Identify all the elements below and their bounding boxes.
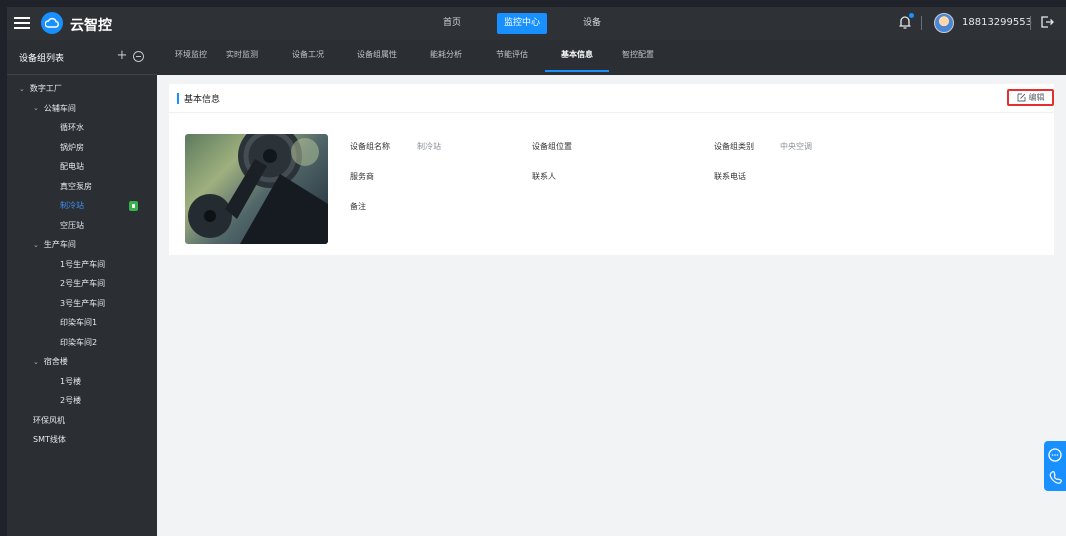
app-title: 云智控 (70, 18, 112, 34)
tree-node-label: SMT线体 (33, 435, 66, 445)
field-phone-label: 联系电话 (714, 172, 746, 181)
field-type-value: 中央空调 (780, 142, 812, 151)
tree-node[interactable]: 印染车间2 (7, 333, 157, 353)
tab[interactable]: 能耗分析 (413, 40, 479, 75)
main-nav: 首页 监控中心 设备 (417, 13, 627, 34)
basic-info-card: 基本信息 编辑 设备组名称 制冷站 设备组位置 设备组类别 中央空调 服务商 联… (169, 84, 1054, 255)
menu-icon[interactable] (14, 14, 30, 30)
field-name-label: 设备组名称 (350, 142, 390, 151)
tree-node-label: 锅炉房 (60, 142, 84, 152)
tree-node-label: 印染车间2 (60, 337, 98, 347)
title-accent-bar (177, 93, 179, 104)
tab[interactable]: 实时监测 (209, 40, 275, 75)
tree-node[interactable]: 空压站 (7, 216, 157, 236)
tree-node[interactable]: 2号生产车间 (7, 274, 157, 294)
tree-node-label: 2号楼 (60, 396, 82, 406)
sidebar: 设备组列表 + ⌄ 数字工厂 ⌄ 公辅车间循环水锅炉房配电站真空泵房制冷站空压站 ⌄ 生产… (7, 40, 157, 536)
tree-node[interactable]: 制冷站 (7, 196, 157, 216)
tree-node[interactable]: 锅炉房 (7, 138, 157, 158)
field-contact-label: 联系人 (532, 172, 556, 181)
tree-node-label: 印染车间1 (60, 318, 98, 328)
tree-node-label: 宿舍楼 (43, 357, 68, 367)
device-group-photo (185, 134, 328, 244)
tree-node[interactable]: 循环水 (7, 118, 157, 138)
sidebar-header: 设备组列表 + (7, 40, 157, 75)
notification-dot (909, 13, 914, 18)
app-frame: 云智控 首页 监控中心 设备 18813299553 设备组列表 + ⌄ 数字工厂 ⌄ 公… (7, 7, 1066, 536)
user-phone[interactable]: 18813299553 (962, 17, 1032, 28)
floating-actions (1044, 441, 1066, 491)
tree-node[interactable]: 2号楼 (7, 391, 157, 411)
card-header: 基本信息 编辑 (169, 84, 1054, 113)
top-bar: 云智控 首页 监控中心 设备 18813299553 (7, 7, 1066, 40)
tree-node-label: 2号生产车间 (60, 279, 106, 289)
tree-node[interactable]: 1号生产车间 (7, 255, 157, 275)
tab[interactable]: 设备组属性 (341, 40, 413, 75)
tab[interactable]: 环境监控 (173, 40, 209, 75)
tab[interactable]: 设备工况 (275, 40, 341, 75)
tree-node-label: 空压站 (60, 220, 84, 230)
chevron-down-icon[interactable]: ⌄ (33, 241, 39, 249)
tree-node[interactable]: 3号生产车间 (7, 294, 157, 314)
edit-button[interactable]: 编辑 (1007, 89, 1054, 106)
nav-item[interactable]: 设备 (557, 13, 627, 34)
field-type-label: 设备组类别 (714, 142, 754, 151)
tree-node[interactable]: ⌄ 公辅车间 (7, 99, 157, 119)
chevron-down-icon[interactable]: ⌄ (33, 358, 39, 366)
nav-item[interactable]: 首页 (417, 13, 487, 34)
tree-node[interactable]: ⌄ 宿舍楼 (7, 352, 157, 372)
tree-node-label: 环保风机 (33, 415, 65, 425)
tree-node-label: 生产车间 (43, 240, 76, 250)
tree-node[interactable]: 真空泵房 (7, 177, 157, 197)
field-vendor-label: 服务商 (350, 172, 374, 181)
field-remark-label: 备注 (350, 202, 366, 211)
chat-icon[interactable] (1048, 448, 1062, 462)
chevron-down-icon[interactable]: ⌄ (33, 104, 39, 112)
avatar[interactable] (934, 13, 954, 33)
device-group-tree: ⌄ 数字工厂 ⌄ 公辅车间循环水锅炉房配电站真空泵房制冷站空压站 ⌄ 生产车间 1号生产车间… (7, 75, 157, 450)
tab[interactable]: 智控配置 (609, 40, 667, 75)
collapse-icon[interactable] (133, 51, 144, 62)
tree-node[interactable]: 1号楼 (7, 372, 157, 392)
tree-node-label: 数字工厂 (29, 84, 62, 94)
tree-node-label: 真空泵房 (60, 181, 92, 191)
tree-node-label: 3号生产车间 (60, 298, 106, 308)
cloud-logo-icon (41, 12, 63, 34)
tree-node[interactable]: ⌄ 生产车间 (7, 235, 157, 255)
tree-node[interactable]: ⌄ 数字工厂 (7, 79, 157, 99)
tab[interactable]: 基本信息 (545, 40, 609, 75)
tree-node[interactable]: 印染车间1 (7, 313, 157, 333)
logout-icon[interactable] (1040, 15, 1054, 29)
tab[interactable]: 节能评估 (479, 40, 545, 75)
tree-node-label: 1号楼 (60, 376, 82, 386)
tree-node-label: 循环水 (60, 123, 84, 133)
tree-node[interactable]: SMT线体 (7, 430, 157, 450)
edit-label: 编辑 (1028, 93, 1045, 102)
field-location-label: 设备组位置 (532, 142, 572, 151)
tree-node-label: 1号生产车间 (60, 259, 106, 269)
divider (921, 16, 922, 30)
chevron-down-icon[interactable]: ⌄ (19, 85, 25, 93)
tree-node-label: 公辅车间 (43, 103, 76, 113)
field-name-value: 制冷站 (417, 142, 441, 151)
divider (1030, 16, 1031, 30)
sidebar-title: 设备组列表 (19, 53, 65, 64)
nav-item[interactable]: 监控中心 (497, 13, 547, 34)
card-title: 基本信息 (184, 95, 221, 105)
edit-icon (1017, 93, 1025, 102)
tree-node[interactable]: 配电站 (7, 157, 157, 177)
active-status-icon (129, 201, 138, 211)
tree-node-label: 制冷站 (60, 201, 84, 211)
tab-bar: 环境监控 实时监测 设备工况 设备组属性 能耗分析 节能评估 基本信息 智控配置 (157, 40, 1066, 75)
tree-node-label: 配电站 (60, 162, 84, 172)
phone-icon[interactable] (1049, 471, 1062, 484)
add-icon[interactable]: + (115, 49, 129, 63)
tree-node[interactable]: 环保风机 (7, 411, 157, 431)
